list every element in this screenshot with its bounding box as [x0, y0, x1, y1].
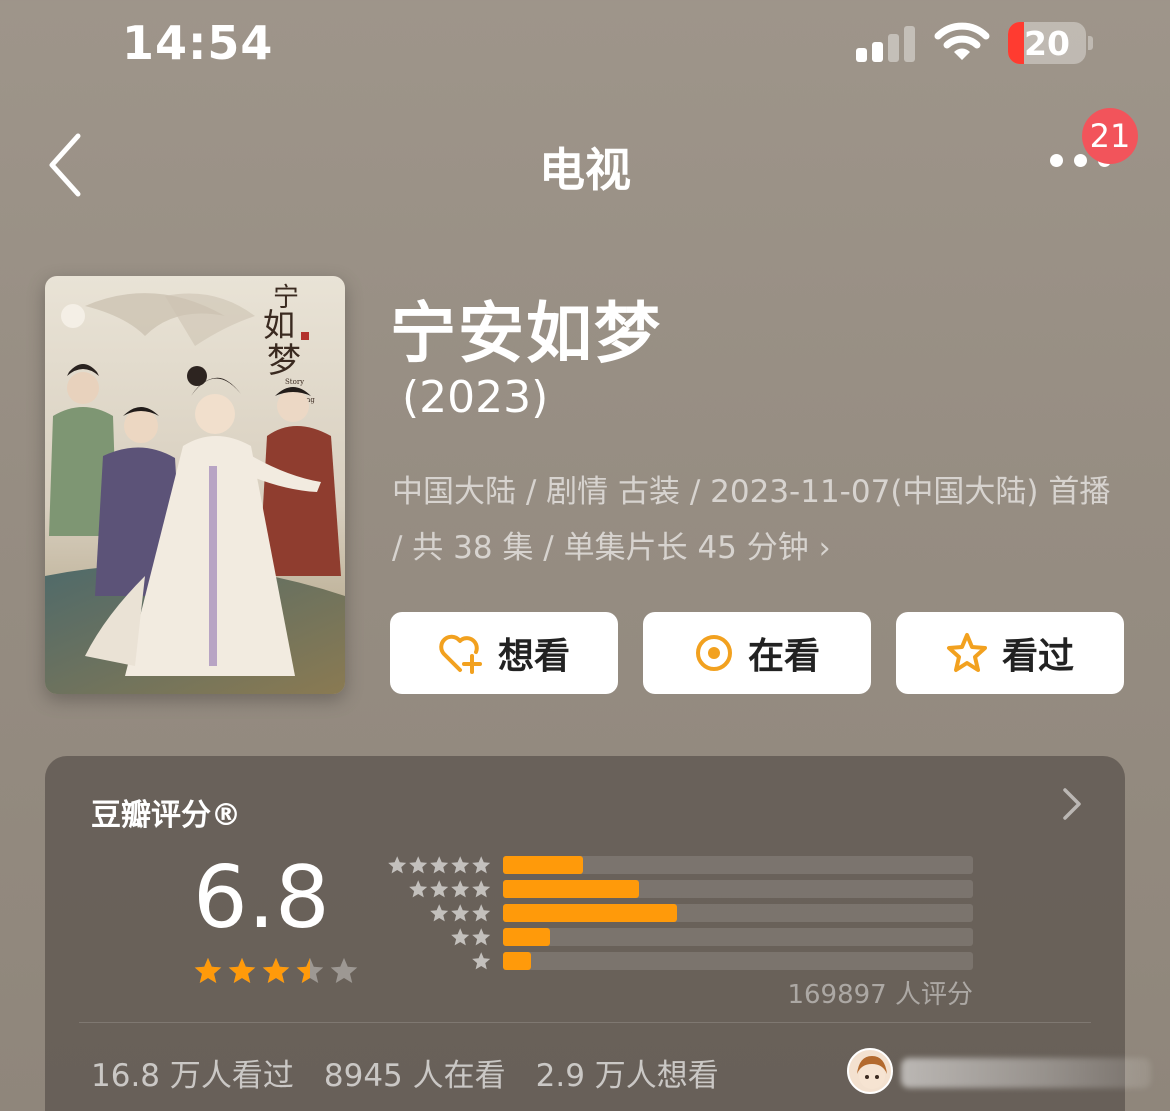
watching-label: 在看: [747, 636, 820, 677]
battery-level: 20: [1024, 24, 1070, 63]
star-outline-icon: [946, 633, 987, 672]
star-icon: [430, 880, 449, 898]
rating-bar: [503, 880, 973, 898]
row-stars-icon: [451, 928, 491, 946]
rating-bar: [503, 952, 973, 970]
star-icon: [409, 880, 428, 898]
star-icon: [451, 880, 470, 898]
rating-row-3-star: [383, 902, 973, 926]
watch-stats: 16.8 万人看过 8945 人在看 2.9 万人想看: [91, 1050, 719, 1095]
poster-artwork: 宁 如 梦 Story of Kunning Palace: [45, 276, 345, 694]
star-icon: [451, 856, 470, 874]
star-icon: [430, 904, 449, 922]
star-icon: [472, 904, 491, 922]
want-to-watch-button[interactable]: 想看: [390, 612, 618, 694]
rating-score: 6.8: [193, 848, 330, 948]
star-icon: [472, 952, 491, 970]
notification-badge: 21: [1082, 108, 1138, 164]
rating-bar: [503, 928, 973, 946]
star-icon: [330, 957, 358, 983]
star-icon: [409, 856, 428, 874]
watched-button[interactable]: 看过: [896, 612, 1124, 694]
page-title: 电视: [539, 143, 631, 197]
cellular-signal-icon: [856, 26, 916, 62]
row-stars-icon: [388, 856, 491, 874]
rating-bar: [503, 904, 973, 922]
divider: [79, 1022, 1091, 1023]
watching-button[interactable]: 在看: [643, 612, 871, 694]
star-icon: [451, 928, 470, 946]
show-year: (2023): [402, 372, 549, 423]
show-meta-text: 中国大陆 / 剧情 古装 / 2023-11-07(中国大陆) 首播 / 共 3…: [392, 474, 1111, 566]
star-icon: [472, 880, 491, 898]
status-bar: 14:54 20: [0, 0, 1170, 90]
svg-text:如: 如: [263, 306, 295, 344]
row-stars-icon: [472, 952, 491, 970]
wish-count[interactable]: 2.9 万人想看: [536, 1050, 719, 1095]
watched-label: 看过: [1001, 636, 1074, 677]
rating-stars: [193, 956, 359, 986]
star-icon: [296, 957, 324, 983]
show-meta[interactable]: 中国大陆 / 剧情 古装 / 2023-11-07(中国大陆) 首播 / 共 3…: [392, 464, 1112, 577]
star-icon: [388, 856, 407, 874]
star-icon: [451, 904, 470, 922]
chevron-right-icon: ›: [818, 531, 831, 566]
heart-plus-icon: [439, 634, 482, 674]
rating-bar-fill: [503, 904, 677, 922]
wifi-icon: [934, 22, 990, 60]
battery-icon: 20: [1008, 22, 1086, 64]
battery-tip: [1088, 36, 1093, 50]
star-icon: [430, 856, 449, 874]
svg-text:梦: 梦: [267, 341, 301, 381]
chevron-right-icon: [1063, 788, 1081, 820]
rating-bar-fill: [503, 880, 639, 898]
rating-card[interactable]: 豆瓣评分® 6.8 169897 人评分 16.8 万人看过 8945 人在看 …: [45, 756, 1151, 1111]
row-stars-icon: [430, 904, 491, 922]
rating-bar-fill: [503, 928, 550, 946]
rating-row-1-star: [383, 950, 973, 974]
show-title: 宁安如梦: [390, 295, 662, 372]
target-icon: [695, 635, 732, 671]
status-time: 14:54: [122, 16, 274, 70]
watched-count[interactable]: 16.8 万人看过: [91, 1050, 294, 1095]
poster-image[interactable]: 宁 如 梦 Story of Kunning Palace: [45, 276, 345, 694]
star-icon: [228, 957, 256, 983]
star-icon: [472, 856, 491, 874]
watching-count[interactable]: 8945 人在看: [324, 1050, 506, 1095]
rating-bar-fill: [503, 856, 583, 874]
rating-row-2-star: [383, 926, 973, 950]
rating-row-4-star: [383, 878, 973, 902]
friend-names-blurred: [901, 1058, 1151, 1088]
svg-text:Story: Story: [285, 378, 304, 386]
rating-title: 豆瓣评分®: [91, 798, 241, 833]
star-icon: [262, 957, 290, 983]
rating-bar: [503, 856, 973, 874]
row-stars-icon: [409, 880, 491, 898]
rating-row-5-star: [383, 854, 973, 878]
rating-count: 169897 人评分: [787, 980, 973, 1010]
want-to-watch-label: 想看: [497, 636, 570, 677]
avatar[interactable]: [847, 1048, 893, 1094]
rating-bar-fill: [503, 952, 531, 970]
star-icon: [472, 928, 491, 946]
star-icon: [194, 957, 222, 983]
